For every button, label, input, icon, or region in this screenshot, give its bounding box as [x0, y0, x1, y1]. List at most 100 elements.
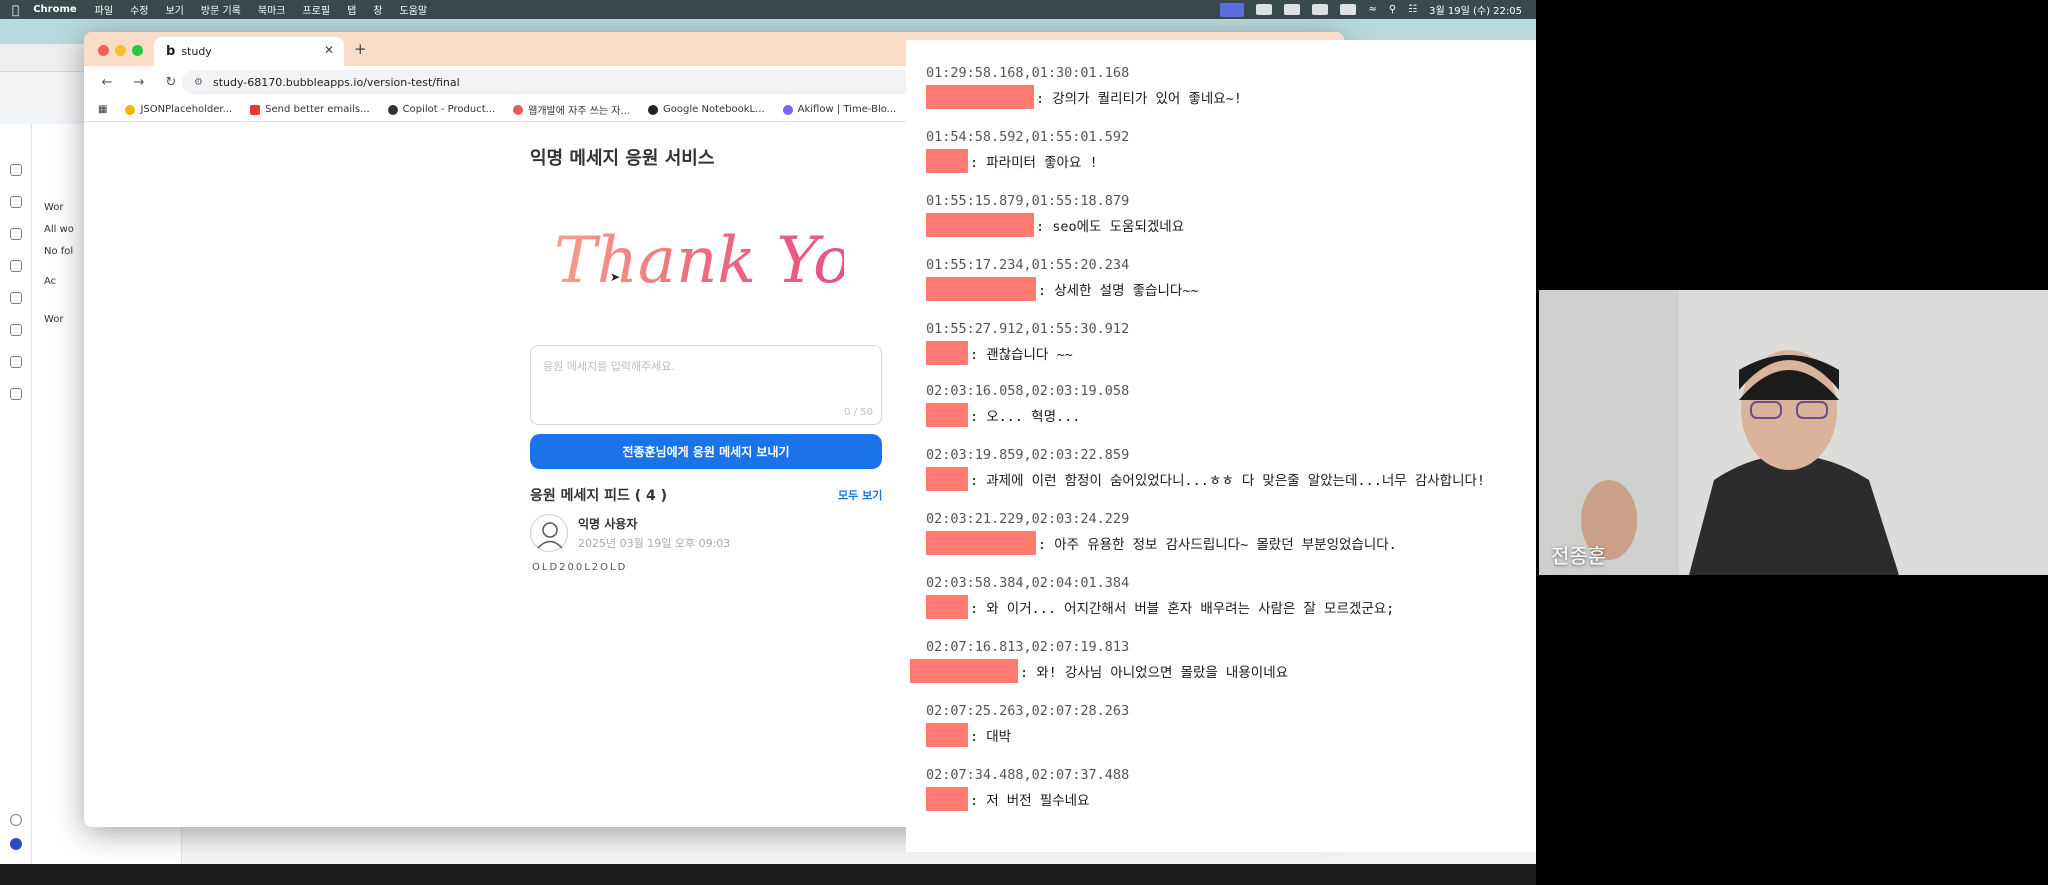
control-center-icon[interactable]: ☷ — [1408, 4, 1417, 15]
redacted-name — [910, 659, 1018, 683]
redacted-name — [926, 467, 968, 491]
user-avatar-icon[interactable] — [10, 838, 22, 850]
site-info-icon[interactable]: ⚙ — [194, 77, 203, 88]
caption-time: 01:29:58.168,01:30:01.168 — [926, 65, 1130, 81]
close-window-button[interactable] — [98, 45, 109, 56]
menu-window[interactable]: 창 — [373, 2, 382, 17]
youtube-icon — [250, 104, 261, 115]
styles-icon[interactable] — [10, 292, 22, 304]
caption-entry: 02:03:16.058,02:03:19.058 : 오... 혁명... — [926, 383, 1129, 427]
redacted-name — [926, 403, 968, 427]
caption-time: 02:07:25.263,02:07:28.263 — [926, 703, 1130, 719]
presenter-name: 전종훈 — [1551, 544, 1607, 568]
keyboard-icon[interactable] — [1312, 4, 1329, 15]
menu-file[interactable]: 파일 — [95, 2, 113, 17]
tab-study[interactable]: b study ✕ — [154, 37, 344, 66]
design-icon[interactable] — [10, 164, 22, 176]
bookmark-webdev[interactable]: 웹개발에 자주 쓰는 자... — [513, 102, 630, 117]
back-button[interactable]: ← — [98, 75, 116, 90]
caption-entry: 02:07:16.813,02:07:19.813 : 와! 강사님 아니었으면… — [910, 639, 1288, 683]
tab-title: study — [181, 45, 212, 58]
editor-icon-rail — [0, 124, 32, 864]
redacted-name — [926, 277, 1036, 301]
screen:  Chrome 파일 수정 보기 방문 기록 북마크 프로필 탭 창 도움말 … — [0, 0, 2048, 885]
caption-text: : 강의가 퀄리티가 있어 좋네요~! — [1036, 91, 1242, 107]
caption-entry: 02:03:21.229,02:03:24.229 : 아주 유용한 정보 감사… — [926, 511, 1397, 555]
panel-item[interactable]: All wo — [44, 224, 74, 235]
feed-message: OLD200L2OLD — [532, 562, 628, 573]
redacted-name — [926, 531, 1036, 555]
redacted-name — [926, 341, 968, 365]
page-title: 익명 메세지 응원 서비스 — [530, 148, 715, 169]
minimize-window-button[interactable] — [115, 45, 126, 56]
url-text: study-68170.bubbleapps.io/version-test/f… — [212, 75, 460, 89]
see-all-link[interactable]: 모두 보기 — [838, 487, 882, 503]
menu-bookmarks[interactable]: 북마크 — [258, 2, 286, 17]
thank-you-image: Thank Yo — [554, 224, 844, 298]
panel-item[interactable]: Wor — [44, 314, 64, 325]
caption-entry: 01:29:58.168,01:30:01.168 : 강의가 퀄리티가 있어 … — [926, 65, 1242, 109]
menubar-clock[interactable]: 3월 19일 (수) 22:05 — [1429, 2, 1522, 17]
battery-icon[interactable] — [1340, 4, 1357, 15]
message-textarea[interactable]: 응원 메세지를 입력해주세요. 0 / 50 — [530, 345, 882, 425]
caption-entry: 01:55:15.879,01:55:18.879 : seo에도 도움되겠네요 — [926, 193, 1184, 237]
caption-time: 01:55:27.912,01:55:30.912 — [926, 321, 1130, 337]
screen-share-icon[interactable] — [1220, 2, 1245, 17]
bookmark-send-better-emails[interactable]: Send better emails... — [250, 104, 370, 115]
apps-grid-icon[interactable]: ▦ — [98, 104, 107, 115]
menu-help[interactable]: 도움말 — [400, 2, 428, 17]
bookmark-jsonplaceholder[interactable]: JSONPlaceholder... — [125, 104, 232, 115]
caption-text: : 파라미터 좋아요 ! — [970, 155, 1098, 171]
settings-icon[interactable] — [10, 356, 22, 368]
redacted-name — [926, 149, 968, 173]
notion-icon[interactable] — [1256, 4, 1273, 15]
feed-user-name: 익명 사용자 — [578, 517, 638, 531]
bookmark-akiflow[interactable]: Akiflow | Time-Blo... — [782, 104, 896, 115]
bookmark-copilot[interactable]: Copilot - Product... — [387, 104, 495, 115]
presenter-video — [1539, 290, 2048, 575]
chat-caption-panel: 01:29:58.168,01:30:01.168 : 강의가 퀄리티가 있어 … — [906, 40, 1536, 852]
redacted-name — [926, 595, 968, 619]
editor-bottom-shadow — [0, 864, 1536, 885]
search-icon[interactable]: ⚲ — [1389, 4, 1396, 15]
caption-entry: 01:54:58.592,01:55:01.592 : 파라미터 좋아요 ! — [926, 129, 1129, 173]
menubar-app-name[interactable]: Chrome — [33, 4, 76, 15]
panel-item[interactable]: Wor — [44, 202, 64, 213]
close-tab-icon[interactable]: ✕ — [324, 43, 334, 57]
menu-history[interactable]: 방문 기록 — [201, 2, 241, 17]
panel-item[interactable]: Ac — [44, 276, 56, 287]
database-icon[interactable] — [10, 260, 22, 272]
workflow-icon[interactable] — [10, 196, 22, 208]
anonymous-user-icon — [537, 522, 563, 549]
caption-time: 02:03:16.058,02:03:19.058 — [926, 383, 1130, 399]
macos-menubar:  Chrome 파일 수정 보기 방문 기록 북마크 프로필 탭 창 도움말 … — [0, 0, 1536, 19]
caption-text: : 와 이거... 어지간해서 버블 혼자 배우려는 사람은 잘 모르겠군요; — [970, 601, 1395, 617]
menu-profiles[interactable]: 프로필 — [302, 2, 330, 17]
avatar — [530, 514, 568, 552]
forward-button[interactable]: → — [130, 75, 148, 90]
new-tab-button[interactable]: + — [354, 40, 367, 58]
notebooklm-icon — [648, 104, 659, 115]
redacted-name — [926, 213, 1034, 237]
message-placeholder: 응원 메세지를 입력해주세요. — [543, 360, 675, 373]
redacted-name — [926, 787, 968, 811]
apple-icon[interactable]:  — [12, 3, 19, 17]
wifi-icon[interactable]: ≈ — [1368, 4, 1376, 15]
reload-button[interactable]: ↻ — [162, 75, 180, 90]
help-icon[interactable] — [10, 814, 22, 826]
data-icon[interactable] — [10, 228, 22, 240]
zoom-window-button[interactable] — [132, 45, 143, 56]
char-counter: 0 / 50 — [844, 407, 873, 418]
logs-icon[interactable] — [10, 388, 22, 400]
caption-entry: 02:07:34.488,02:07:37.488 : 저 버전 필수네요 — [926, 767, 1129, 811]
menu-edit[interactable]: 수정 — [130, 2, 148, 17]
send-message-button[interactable]: 전종훈님에게 응원 메세지 보내기 — [530, 434, 882, 469]
menu-view[interactable]: 보기 — [165, 2, 183, 17]
display-icon[interactable] — [1284, 4, 1301, 15]
menu-tab[interactable]: 탭 — [347, 2, 356, 17]
bookmark-favicon-icon — [125, 104, 136, 115]
caption-entry: 01:55:27.912,01:55:30.912 : 괜찮습니다 ~~ — [926, 321, 1129, 365]
plugins-icon[interactable] — [10, 324, 22, 336]
bookmark-notebooklm[interactable]: Google NotebookL... — [648, 104, 765, 115]
caption-time: 02:03:21.229,02:03:24.229 — [926, 511, 1130, 527]
